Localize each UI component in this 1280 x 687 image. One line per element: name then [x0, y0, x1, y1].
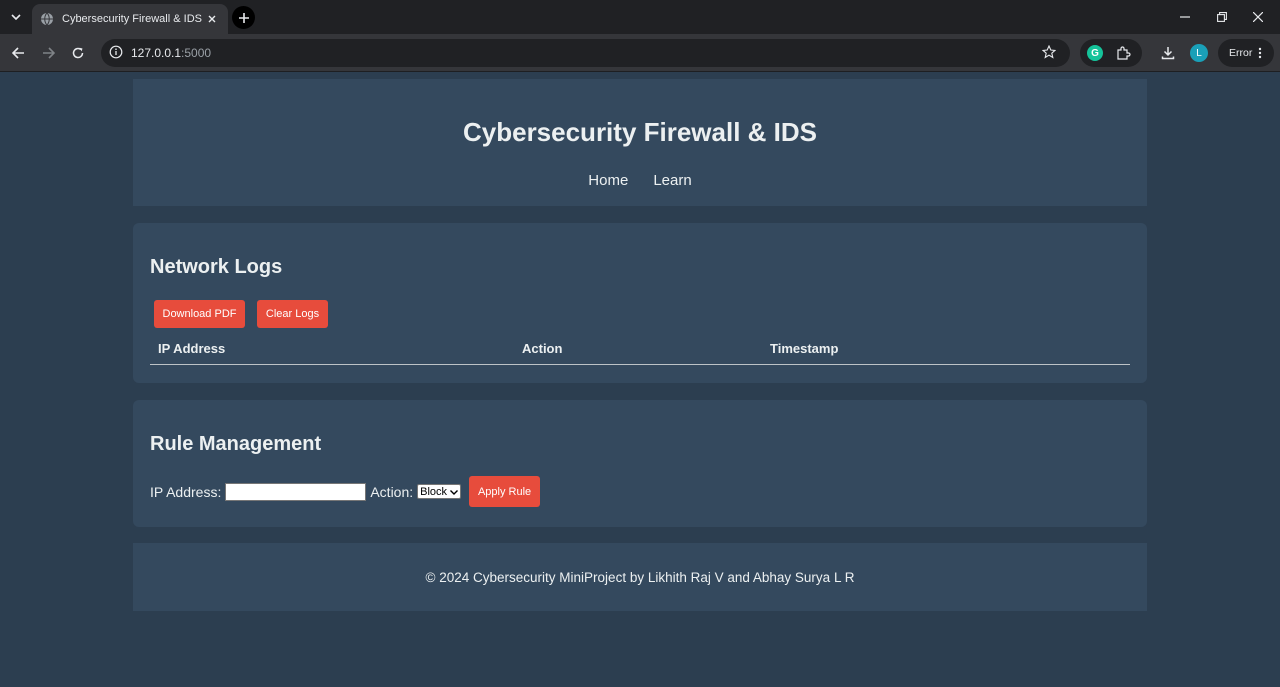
profile-avatar[interactable]: L [1190, 44, 1208, 62]
column-header-timestamp: Timestamp [770, 341, 839, 356]
extensions-group: G [1080, 39, 1142, 67]
page-content: Cybersecurity Firewall & IDS Home Learn … [0, 73, 1280, 687]
action-label: Action: [370, 483, 414, 500]
nav-link-learn[interactable]: Learn [653, 172, 691, 189]
download-pdf-button[interactable]: Download PDF [154, 300, 245, 328]
bookmark-star-icon[interactable] [1042, 45, 1058, 61]
browser-toolbar: 127.0.0.1:5000 G L Error [0, 34, 1280, 72]
rule-management-section: Rule Management IP Address: Action: Bloc… [133, 400, 1147, 527]
close-tab-icon[interactable] [204, 11, 220, 27]
chevron-down-icon [450, 487, 459, 497]
site-info-icon[interactable] [109, 45, 125, 61]
action-selected-value: Block [420, 485, 448, 498]
apply-rule-button[interactable]: Apply Rule [469, 476, 541, 507]
nav-link-home[interactable]: Home [588, 172, 628, 189]
reload-icon[interactable] [68, 43, 88, 63]
close-window-icon[interactable] [1246, 6, 1270, 28]
site-header: Cybersecurity Firewall & IDS Home Learn [133, 79, 1147, 206]
browser-tabbar: Cybersecurity Firewall & IDS [0, 0, 1280, 34]
main-nav: Home Learn [133, 172, 1147, 189]
error-chip-button[interactable]: Error [1218, 39, 1274, 67]
site-title: Cybersecurity Firewall & IDS [462, 117, 818, 147]
grammarly-icon[interactable]: G [1086, 44, 1104, 62]
minimize-icon[interactable] [1173, 6, 1197, 28]
footer-copyright: © 2024 Cybersecurity MiniProject by Likh… [425, 569, 855, 585]
rule-management-heading: Rule Management [150, 433, 322, 455]
globe-icon [40, 12, 54, 26]
error-label: Error [1229, 47, 1253, 59]
ip-address-label: IP Address: [150, 483, 222, 500]
network-logs-heading: Network Logs [150, 256, 283, 278]
column-header-ip-address: IP Address [158, 341, 226, 356]
action-select[interactable]: Block [417, 484, 462, 499]
new-tab-plus-icon[interactable] [232, 6, 255, 29]
table-header-divider [150, 364, 1130, 365]
network-logs-section: Network Logs Download PDF Clear Logs IP … [133, 223, 1147, 383]
site-footer: © 2024 Cybersecurity MiniProject by Likh… [133, 543, 1147, 611]
rule-form: IP Address: Action: Block Apply Rule [150, 476, 541, 507]
address-bar[interactable]: 127.0.0.1:5000 [101, 39, 1070, 67]
tab-title: Cybersecurity Firewall & IDS [62, 13, 202, 25]
tab-search-chevron-icon[interactable] [6, 8, 26, 26]
more-vertical-icon [1258, 47, 1262, 59]
clear-logs-button[interactable]: Clear Logs [257, 300, 328, 328]
forward-arrow-icon[interactable] [38, 43, 58, 63]
restore-icon[interactable] [1210, 6, 1234, 28]
back-arrow-icon[interactable] [8, 43, 28, 63]
extensions-puzzle-icon[interactable] [1114, 44, 1132, 62]
browser-tab[interactable]: Cybersecurity Firewall & IDS [32, 4, 228, 34]
ip-address-input[interactable] [225, 482, 367, 501]
url-text: 127.0.0.1:5000 [131, 46, 212, 60]
column-header-action: Action [522, 341, 563, 356]
download-icon[interactable] [1159, 44, 1177, 62]
